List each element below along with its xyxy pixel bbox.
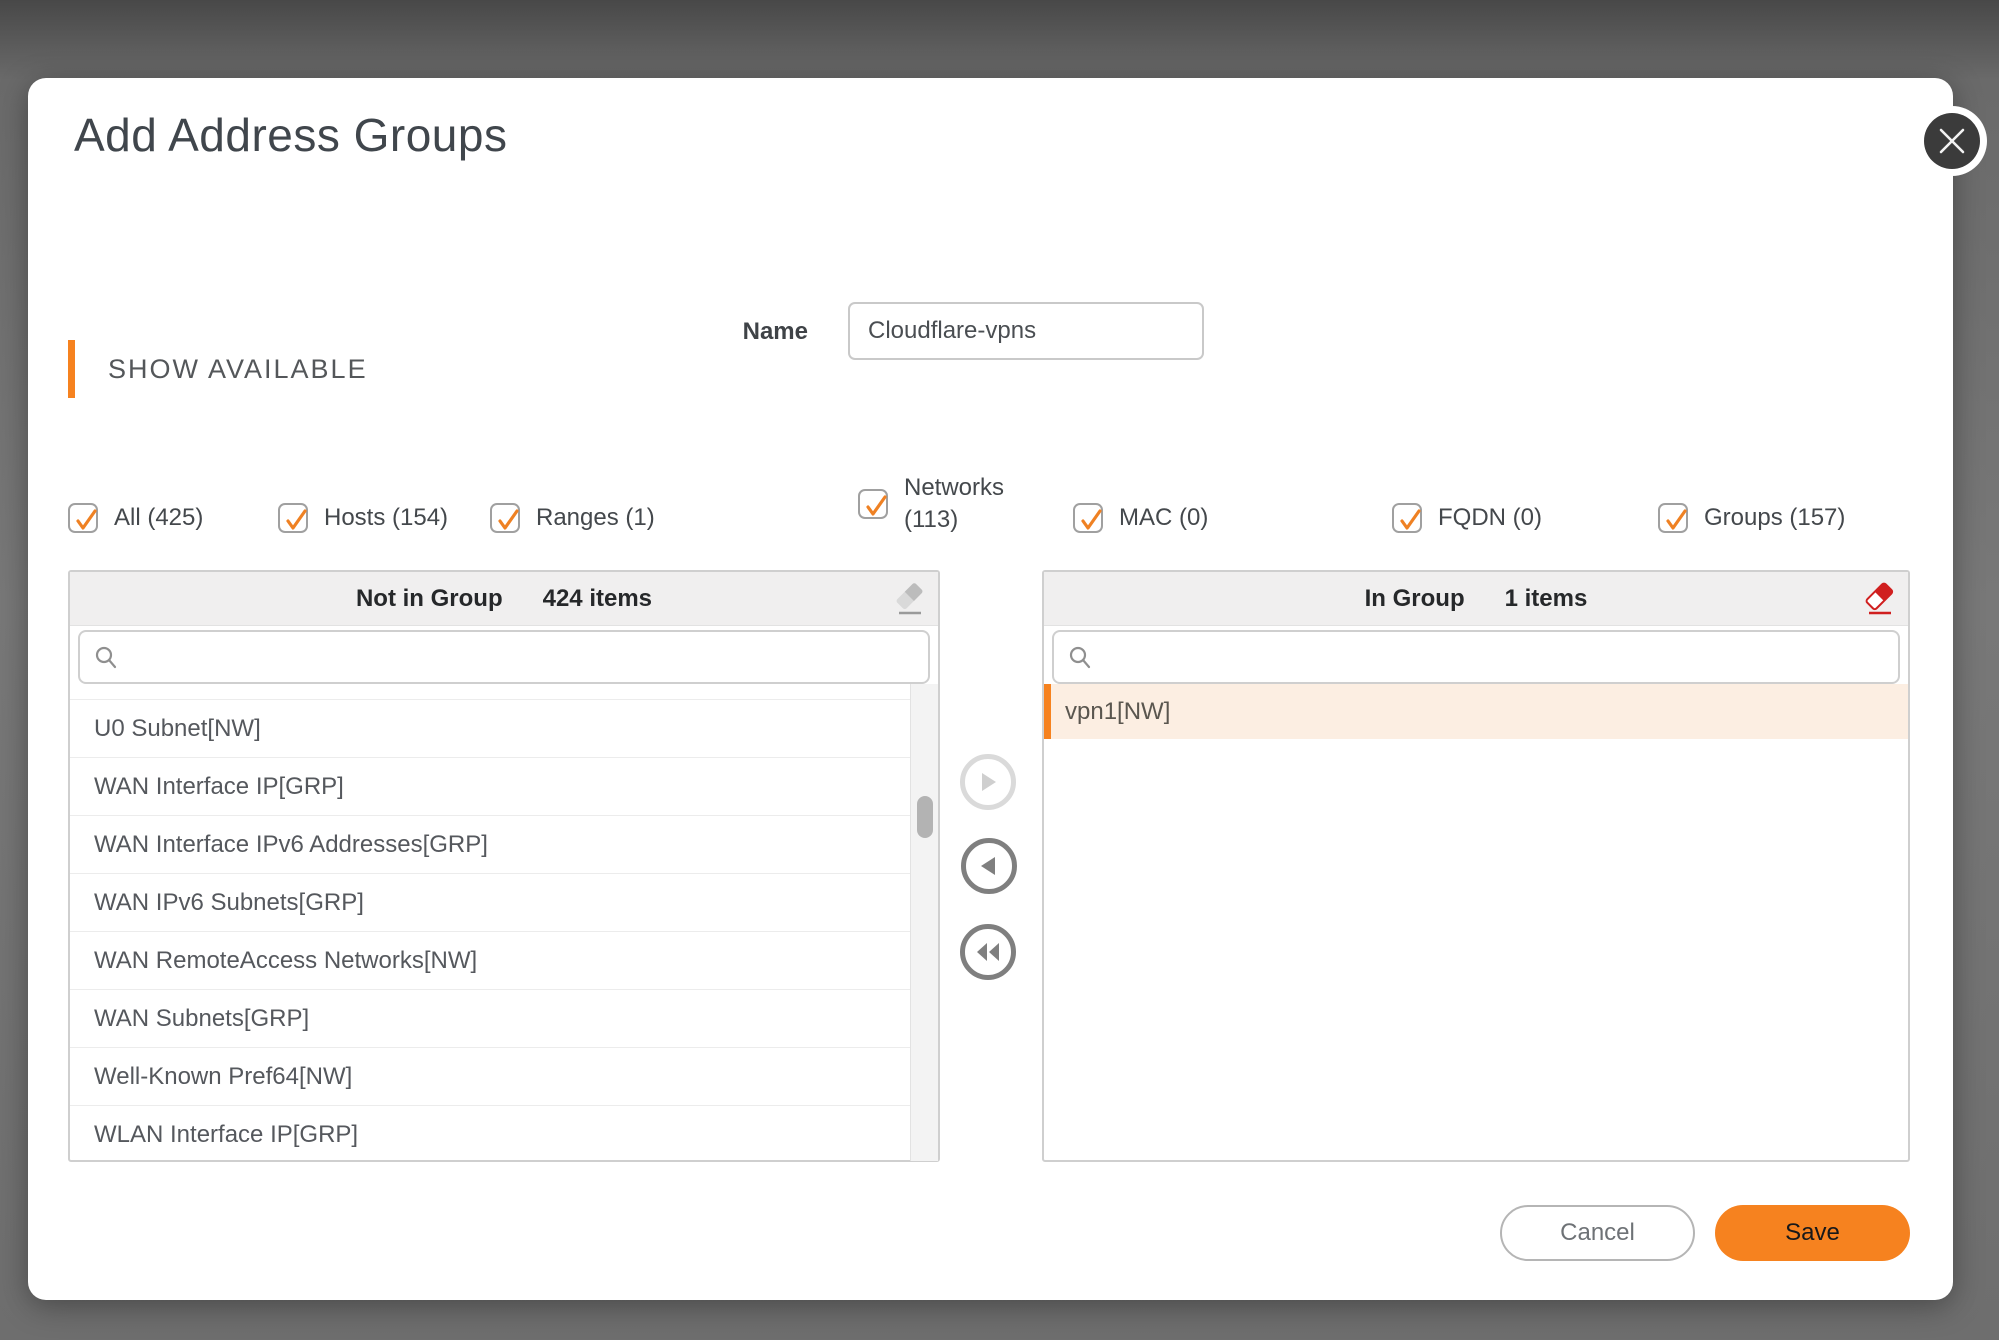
selected-list-item[interactable]: vpn1[NW] — [1044, 684, 1908, 739]
not-in-group-rows: U0 Subnet[NW] WAN Interface IP[GRP] WAN … — [70, 700, 938, 1161]
checkbox-checked-icon[interactable] — [490, 503, 520, 533]
in-group-title: In Group — [1365, 585, 1465, 613]
double-arrow-left-icon — [974, 942, 1002, 962]
cancel-button[interactable]: Cancel — [1500, 1205, 1695, 1261]
not-in-group-title: Not in Group — [356, 585, 503, 613]
in-group-header: In Group 1 items — [1044, 572, 1908, 626]
not-in-group-count: 424 items — [543, 585, 652, 613]
clear-group-icon[interactable] — [1862, 582, 1896, 618]
filter-label: FQDN (0) — [1438, 504, 1542, 532]
filter-label: MAC (0) — [1119, 504, 1208, 532]
filter-label: All (425) — [114, 504, 203, 532]
list-item[interactable]: WAN Interface IPv6 Addresses[GRP] — [70, 816, 938, 874]
list-item[interactable]: WLAN Interface IP[GRP] — [70, 1106, 938, 1161]
checkbox-checked-icon[interactable] — [1658, 503, 1688, 533]
filter-checkbox-item[interactable]: Networks (113) — [858, 472, 1020, 537]
search-icon — [1068, 645, 1092, 669]
filter-checkbox-item[interactable]: All (425) — [68, 503, 203, 533]
in-group-rows: vpn1[NW] — [1044, 684, 1908, 739]
list-item[interactable]: WAN RemoteAccess Networks[NW] — [70, 932, 938, 990]
close-button[interactable] — [1924, 113, 1980, 169]
checkbox-checked-icon[interactable] — [858, 489, 888, 519]
filter-label: Hosts (154) — [324, 504, 448, 532]
list-item[interactable]: Well-Known Pref64[NW] — [70, 1048, 938, 1106]
name-field-label: Name — [648, 318, 808, 346]
filter-label: Networks (113) — [904, 472, 1020, 537]
not-in-group-list: U0 Subnet[NW] WAN Interface IP[GRP] WAN … — [70, 684, 938, 1161]
in-group-count: 1 items — [1505, 585, 1588, 613]
clear-filter-icon[interactable] — [892, 582, 926, 618]
remove-from-group-button[interactable] — [961, 838, 1017, 894]
not-in-group-search-input[interactable] — [128, 632, 914, 682]
filter-checkbox-item[interactable]: Ranges (1) — [490, 503, 655, 533]
arrow-left-icon — [979, 855, 999, 877]
in-group-panel: In Group 1 items — [1042, 570, 1910, 1162]
partial-row — [70, 684, 938, 700]
list-item[interactable]: U0 Subnet[NW] — [70, 700, 938, 758]
not-in-group-search[interactable] — [78, 630, 930, 684]
arrow-right-icon — [978, 771, 998, 793]
move-to-group-button[interactable] — [960, 754, 1016, 810]
list-item[interactable]: WAN Subnets[GRP] — [70, 990, 938, 1048]
save-button[interactable]: Save — [1715, 1205, 1910, 1261]
checkbox-checked-icon[interactable] — [1392, 503, 1422, 533]
filter-checkbox-item[interactable]: MAC (0) — [1073, 503, 1208, 533]
checkbox-checked-icon[interactable] — [1073, 503, 1103, 533]
remove-all-button[interactable] — [960, 924, 1016, 980]
add-address-groups-dialog: Add Address Groups Name SHOW AVAILABLE A… — [28, 78, 1953, 1300]
scrollbar-thumb[interactable] — [917, 796, 933, 838]
name-input[interactable] — [848, 302, 1204, 360]
search-icon — [94, 645, 118, 669]
in-group-search[interactable] — [1052, 630, 1900, 684]
section-accent-bar — [68, 340, 75, 398]
not-in-group-panel: Not in Group 424 items — [68, 570, 940, 1162]
close-icon — [1938, 127, 1966, 155]
filter-label: Groups (157) — [1704, 504, 1845, 532]
in-group-list: vpn1[NW] — [1044, 684, 1908, 1161]
filter-checkbox-item[interactable]: Groups (157) — [1658, 503, 1845, 533]
filter-checkbox-item[interactable]: FQDN (0) — [1392, 503, 1542, 533]
checkbox-checked-icon[interactable] — [278, 503, 308, 533]
filter-checkbox-item[interactable]: Hosts (154) — [278, 503, 448, 533]
list-scrollbar[interactable] — [910, 684, 938, 1161]
list-item[interactable]: WAN Interface IP[GRP] — [70, 758, 938, 816]
in-group-search-input[interactable] — [1102, 632, 1884, 682]
list-item[interactable]: WAN IPv6 Subnets[GRP] — [70, 874, 938, 932]
type-filter-row: All (425) Hosts (154) Ranges (1) — [28, 470, 1953, 556]
page-title: Add Address Groups — [74, 108, 507, 162]
filter-label: Ranges (1) — [536, 504, 655, 532]
show-available-heading: SHOW AVAILABLE — [108, 340, 368, 398]
not-in-group-header: Not in Group 424 items — [70, 572, 938, 626]
checkbox-checked-icon[interactable] — [68, 503, 98, 533]
